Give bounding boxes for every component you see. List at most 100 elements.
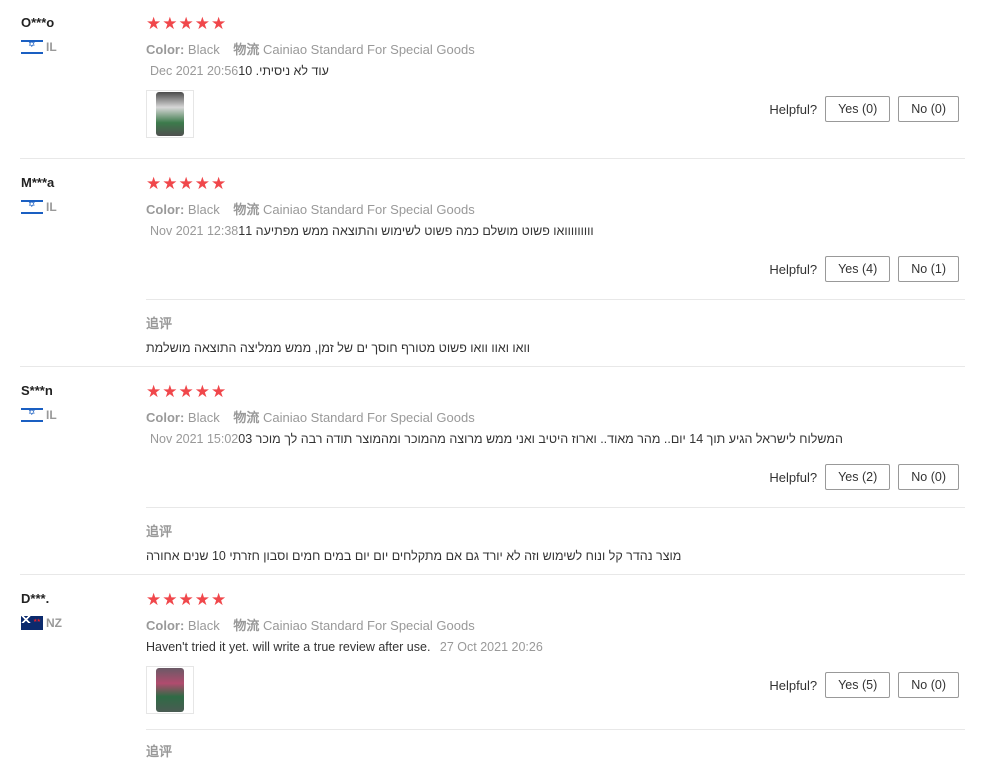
- review-divider: [20, 366, 965, 367]
- logistics-value: Cainiao Standard For Special Goods: [262, 202, 475, 217]
- reviewer-name: O***o: [21, 15, 55, 30]
- star-icon: ★: [146, 382, 162, 401]
- star-icon: ★: [162, 174, 178, 193]
- review-text-row: Haven't tried it yet. will write a true …: [146, 640, 846, 654]
- color-label: Color:: [146, 618, 185, 633]
- review-text: המשלוח לישראל הגיע תוך 14 יום.. מהר מאוד…: [238, 432, 843, 446]
- logistics-label: 物流: [233, 410, 260, 425]
- review-text-row: Nov 2021 15:02 המשלוח לישראל הגיע תוך 14…: [146, 432, 866, 446]
- color-value: Black: [187, 618, 220, 633]
- helpful-no-button[interactable]: No (0): [898, 672, 959, 698]
- color-label: Color:: [146, 42, 185, 57]
- star-icon: ★: [178, 14, 194, 33]
- review-photo-thumbnail[interactable]: [146, 666, 194, 714]
- reviewer-country: IL: [21, 199, 57, 214]
- helpful-controls: Helpful? Yes (2) No (0): [769, 464, 959, 490]
- reviewer-name: M***a: [21, 175, 55, 190]
- color-label: Color:: [146, 202, 185, 217]
- reviewer-name: S***n: [21, 383, 53, 398]
- israel-flag-icon: [21, 199, 43, 214]
- followup-divider: [146, 299, 965, 300]
- color-label: Color:: [146, 410, 185, 425]
- review-feed: O***o IL ★ ★ ★ ★ ★ Color: Black 物流 Caini…: [0, 0, 985, 759]
- review-date: 27 Oct 2021 20:26: [439, 640, 543, 654]
- logistics-value: Cainiao Standard For Special Goods: [262, 618, 475, 633]
- helpful-controls: Helpful? Yes (5) No (0): [769, 672, 959, 698]
- israel-flag-icon: [21, 39, 43, 54]
- helpful-label: Helpful?: [769, 469, 818, 485]
- star-icon: ★: [211, 590, 227, 609]
- logistics-value: Cainiao Standard For Special Goods: [262, 410, 475, 425]
- israel-flag-icon: [21, 407, 43, 422]
- star-icon: ★: [162, 14, 178, 33]
- sku-info: Color: Black 物流 Cainiao Standard For Spe…: [146, 39, 485, 58]
- review-date: Dec 2021 20:56: [150, 64, 239, 78]
- reviewer-name: D***.: [21, 591, 50, 606]
- star-rating: ★ ★ ★ ★ ★: [146, 175, 226, 192]
- star-icon: ★: [162, 382, 178, 401]
- helpful-no-button[interactable]: No (0): [898, 464, 959, 490]
- star-icon: ★: [211, 174, 227, 193]
- review-text: ווווווווואו פשוט מושלם כמה פשוט לשימוש ו…: [238, 224, 594, 238]
- sku-info: Color: Black 物流 Cainiao Standard For Spe…: [146, 407, 485, 426]
- product-photo-icon: [156, 668, 184, 712]
- review-date: Nov 2021 15:02: [150, 432, 239, 446]
- helpful-no-button[interactable]: No (1): [898, 256, 959, 282]
- helpful-no-button[interactable]: No (0): [898, 96, 959, 122]
- star-icon: ★: [194, 382, 210, 401]
- country-code: NZ: [46, 616, 62, 630]
- helpful-yes-button[interactable]: Yes (5): [825, 672, 891, 698]
- product-photo-icon: [156, 92, 184, 136]
- star-icon: ★: [146, 590, 162, 609]
- helpful-yes-button[interactable]: Yes (2): [825, 464, 891, 490]
- country-code: IL: [46, 200, 57, 214]
- star-icon: ★: [178, 382, 194, 401]
- review-date: Nov 2021 12:38: [150, 224, 239, 238]
- helpful-label: Helpful?: [769, 101, 818, 117]
- helpful-yes-button[interactable]: Yes (4): [825, 256, 891, 282]
- followup-label: 追评: [146, 316, 173, 331]
- country-code: IL: [46, 40, 57, 54]
- star-rating: ★ ★ ★ ★ ★: [146, 591, 226, 608]
- logistics-label: 物流: [233, 42, 260, 57]
- followup-label: 追评: [146, 524, 173, 539]
- color-value: Black: [187, 42, 220, 57]
- helpful-yes-button[interactable]: Yes (0): [825, 96, 891, 122]
- color-value: Black: [187, 202, 220, 217]
- review-text: Haven't tried it yet. will write a true …: [146, 640, 431, 654]
- followup-text: מוצר נהדר קל ונוח לשימוש וזה לא יורד גם …: [146, 549, 682, 563]
- color-value: Black: [187, 410, 220, 425]
- country-code: IL: [46, 408, 57, 422]
- helpful-label: Helpful?: [769, 677, 818, 693]
- reviewer-country: IL: [21, 407, 57, 422]
- star-icon: ★: [211, 14, 227, 33]
- reviewer-country: NZ: [21, 616, 62, 630]
- star-icon: ★: [194, 590, 210, 609]
- review-text: עוד לא ניסיתי. 10: [238, 64, 329, 78]
- review-photo-thumbnail[interactable]: [146, 90, 194, 138]
- logistics-label: 物流: [233, 618, 260, 633]
- star-rating: ★ ★ ★ ★ ★: [146, 15, 226, 32]
- reviewer-country: IL: [21, 39, 57, 54]
- star-icon: ★: [146, 174, 162, 193]
- review-divider: [20, 574, 965, 575]
- review-text-row: Nov 2021 12:38 ווווווווואו פשוט מושלם כמ…: [146, 224, 846, 238]
- star-icon: ★: [194, 174, 210, 193]
- star-icon: ★: [194, 14, 210, 33]
- star-icon: ★: [211, 382, 227, 401]
- new-zealand-flag-icon: [21, 616, 43, 630]
- review-text-row: Dec 2021 20:56 עוד לא ניסיתי. 10: [146, 64, 846, 78]
- sku-info: Color: Black 物流 Cainiao Standard For Spe…: [146, 199, 485, 218]
- star-icon: ★: [146, 14, 162, 33]
- star-icon: ★: [178, 590, 194, 609]
- followup-divider: [146, 729, 965, 730]
- logistics-value: Cainiao Standard For Special Goods: [262, 42, 475, 57]
- helpful-label: Helpful?: [769, 261, 818, 277]
- followup-text: וואו ואוו וואו פשוט מטורף חוסך ים של זמן…: [146, 341, 531, 355]
- followup-label: 追评: [146, 744, 173, 759]
- sku-info: Color: Black 物流 Cainiao Standard For Spe…: [146, 615, 485, 634]
- star-icon: ★: [178, 174, 194, 193]
- helpful-controls: Helpful? Yes (0) No (0): [769, 96, 959, 122]
- logistics-label: 物流: [233, 202, 260, 217]
- helpful-controls: Helpful? Yes (4) No (1): [769, 256, 959, 282]
